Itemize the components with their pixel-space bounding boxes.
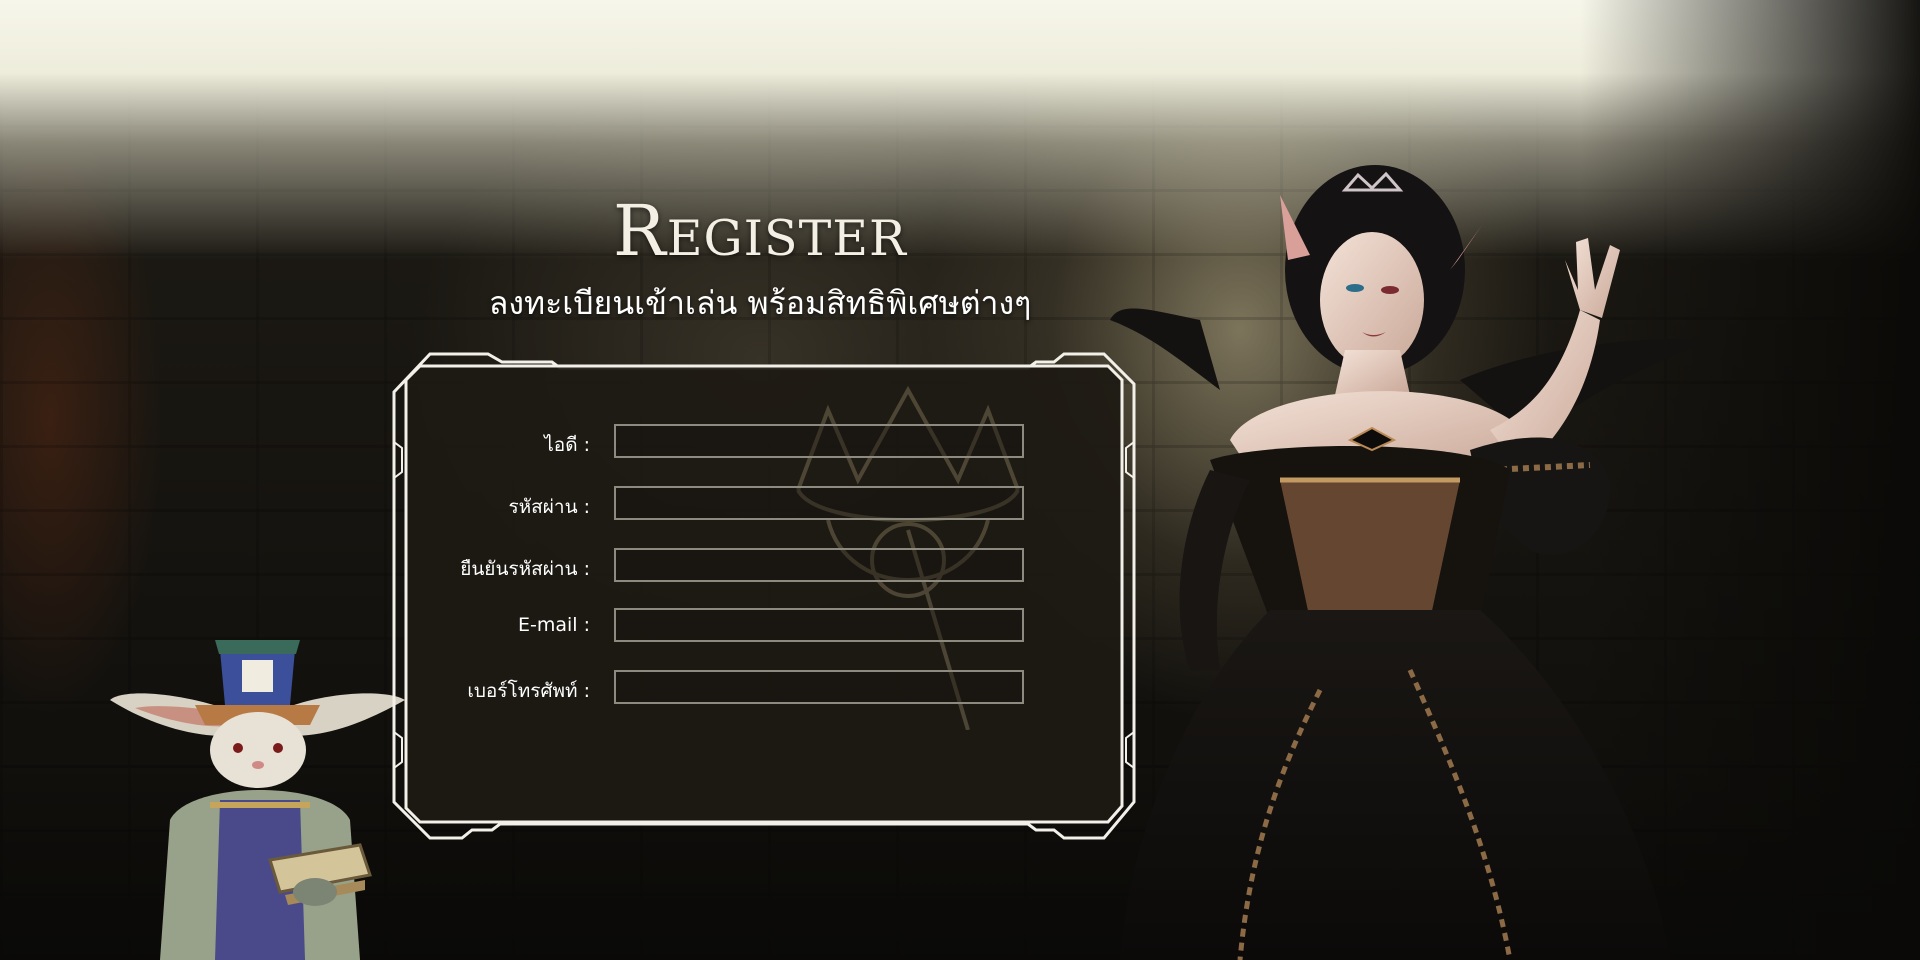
- register-form-panel: ไอดี : รหัสผ่าน : ยืนยันรหัสผ่าน : E-mai…: [392, 352, 1136, 842]
- phone-input[interactable]: [614, 670, 1024, 704]
- field-row-password: รหัสผ่าน :: [392, 486, 1136, 524]
- page-subtitle: ลงทะเบียนเข้าเล่น พร้อมสิทธิพิเศษต่างๆ: [488, 284, 1032, 322]
- field-row-email: E-mail :: [392, 608, 1136, 646]
- page-title: Register: [613, 190, 907, 272]
- email-label: E-mail :: [517, 614, 590, 636]
- rabbit-mascot-character: [110, 640, 405, 960]
- phone-label: เบอร์โทรศัพท์ :: [467, 680, 590, 702]
- field-row-phone: เบอร์โทรศัพท์ :: [392, 670, 1136, 708]
- field-row-confirm-password: ยืนยันรหัสผ่าน :: [392, 548, 1136, 586]
- elf-sorceress-character: [1110, 165, 1710, 960]
- id-input[interactable]: [614, 424, 1024, 458]
- id-label: ไอดี :: [544, 434, 590, 456]
- confirm-password-label: ยืนยันรหัสผ่าน :: [460, 558, 590, 580]
- field-row-id: ไอดี :: [392, 424, 1136, 462]
- background-scene: Register ลงทะเบียนเข้าเล่น พร้อมสิทธิพิเ…: [0, 0, 1920, 960]
- password-label: รหัสผ่าน :: [508, 496, 590, 518]
- password-input[interactable]: [614, 486, 1024, 520]
- confirm-password-input[interactable]: [614, 548, 1024, 582]
- email-input[interactable]: [614, 608, 1024, 642]
